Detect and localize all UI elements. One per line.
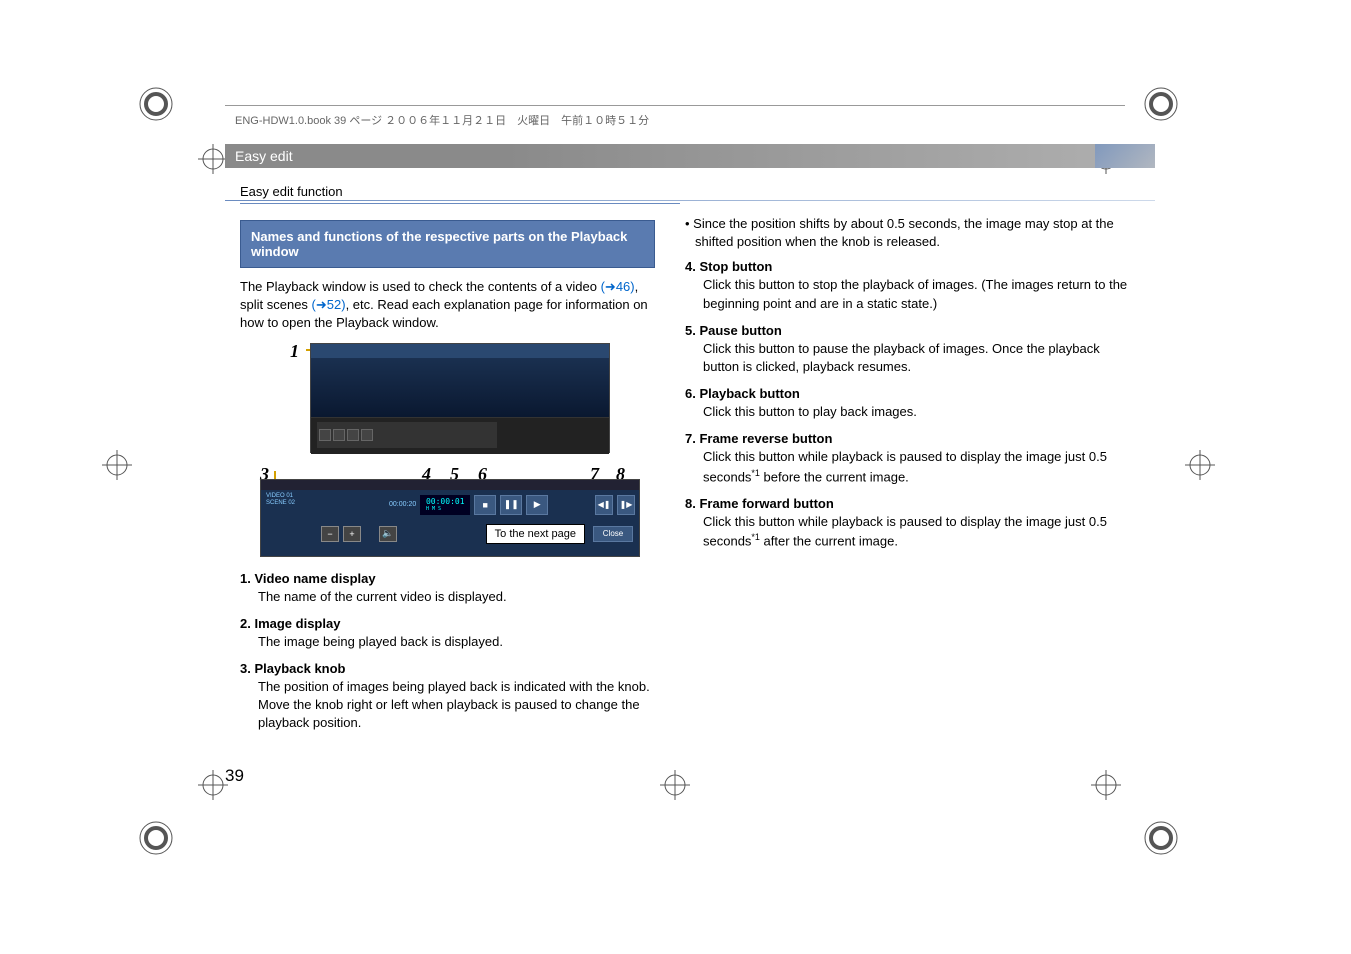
playback-window-figure: 1 2 3 4 5 6 7 8 <box>260 343 640 557</box>
item-body: Click this button to stop the playback o… <box>703 276 1135 312</box>
close-button[interactable]: Close <box>593 526 633 542</box>
video-name-display: VIDEO 01 <box>266 493 384 500</box>
volume-icon[interactable]: 🔈 <box>379 526 397 542</box>
subheader-rule <box>225 200 1155 201</box>
item-title: 4. Stop button <box>685 259 1135 274</box>
section-bar-label: Easy edit <box>235 148 293 164</box>
intro-paragraph: The Playback window is used to check the… <box>240 278 655 333</box>
title-box: Names and functions of the respective pa… <box>240 220 655 268</box>
item-1: 1. Video name display The name of the cu… <box>240 571 655 606</box>
elapsed-time: 00:00:20 <box>389 501 416 508</box>
playback-control-panel: VIDEO 01 SCENE 02 00:00:20 00:00:01 H M … <box>260 479 640 557</box>
item-body: Click this button while playback is paus… <box>703 448 1135 486</box>
link-page-46[interactable]: (➜46) <box>601 279 635 294</box>
item-title: 7. Frame reverse button <box>685 431 1135 446</box>
item-body-post: before the current image. <box>760 469 909 484</box>
item-6: 6. Playback button Click this button to … <box>685 386 1135 421</box>
item-4: 4. Stop button Click this button to stop… <box>685 259 1135 312</box>
link-page-52[interactable]: (➜52) <box>312 297 346 312</box>
playback-window-top <box>310 343 610 453</box>
register-mark-icon <box>1091 770 1121 800</box>
item-body: Click this button to play back images. <box>703 403 1135 421</box>
mini-icon <box>347 429 359 441</box>
window-control-bar <box>311 418 609 454</box>
item-title: 2. Image display <box>240 616 655 631</box>
plus-button[interactable]: + <box>343 526 361 542</box>
item-title: 5. Pause button <box>685 323 1135 338</box>
minus-button[interactable]: − <box>321 526 339 542</box>
time-value: 00:00:01 <box>426 497 465 506</box>
section-bar-decoration <box>1095 144 1155 168</box>
header-rule <box>225 105 1125 106</box>
scene-name-display: SCENE 02 <box>266 500 384 507</box>
frame-forward-button[interactable]: ❚▶ <box>617 495 635 515</box>
book-header: ENG-HDW1.0.book 39 ページ ２００６年１１月２１日 火曜日 午… <box>235 112 649 128</box>
item-8: 8. Frame forward button Click this butto… <box>685 496 1135 551</box>
subheader: Easy edit function <box>240 184 680 204</box>
video-info: VIDEO 01 SCENE 02 <box>265 492 385 518</box>
bullet-text: • Since the position shifts by about 0.5… <box>685 216 1114 249</box>
playback-button[interactable]: ▶ <box>526 495 548 515</box>
callout-1: 1 <box>290 341 299 362</box>
item-title: 1. Video name display <box>240 571 655 586</box>
register-mark-icon <box>660 770 690 800</box>
item-2: 2. Image display The image being played … <box>240 616 655 651</box>
register-mark-icon <box>1185 450 1215 480</box>
item-3: 3. Playback knob The position of images … <box>240 661 655 733</box>
crop-mark-icon <box>136 818 176 858</box>
time-display: 00:00:01 H M S <box>420 495 470 515</box>
item-title: 8. Frame forward button <box>685 496 1135 511</box>
footnote-ref: *1 <box>751 468 760 478</box>
item-body: The position of images being played back… <box>258 678 655 733</box>
window-titlebar <box>311 344 609 358</box>
footnote-ref: *1 <box>751 532 760 542</box>
crop-mark-icon <box>1141 818 1181 858</box>
pause-button[interactable]: ❚❚ <box>500 495 522 515</box>
item-body: Click this button to pause the playback … <box>703 340 1135 376</box>
item-body: The name of the current video is display… <box>258 588 655 606</box>
next-page-label: To the next page <box>486 524 585 544</box>
image-display-area <box>311 358 609 418</box>
crop-mark-icon <box>136 84 176 124</box>
time-units: H M S <box>426 506 465 512</box>
section-bar: Easy edit <box>225 144 1155 168</box>
item-body: The image being played back is displayed… <box>258 633 655 651</box>
mini-icon <box>319 429 331 441</box>
item-body: Click this button while playback is paus… <box>703 513 1135 551</box>
frame-reverse-button[interactable]: ◀❚ <box>595 495 613 515</box>
playback-knob-track[interactable] <box>261 480 639 490</box>
mini-icon <box>361 429 373 441</box>
mini-icon <box>333 429 345 441</box>
crop-mark-icon <box>1141 84 1181 124</box>
page-number: 39 <box>225 766 244 786</box>
stop-button[interactable]: ■ <box>474 495 496 515</box>
item-5: 5. Pause button Click this button to pau… <box>685 323 1135 376</box>
item-7: 7. Frame reverse button Click this butto… <box>685 431 1135 486</box>
item-title: 3. Playback knob <box>240 661 655 676</box>
item-title: 6. Playback button <box>685 386 1135 401</box>
register-mark-icon <box>102 450 132 480</box>
register-mark-icon <box>198 144 228 174</box>
item-body-post: after the current image. <box>760 534 898 549</box>
intro-text-1: The Playback window is used to check the… <box>240 279 601 294</box>
bullet-note: • Since the position shifts by about 0.5… <box>685 215 1135 251</box>
register-mark-icon <box>198 770 228 800</box>
